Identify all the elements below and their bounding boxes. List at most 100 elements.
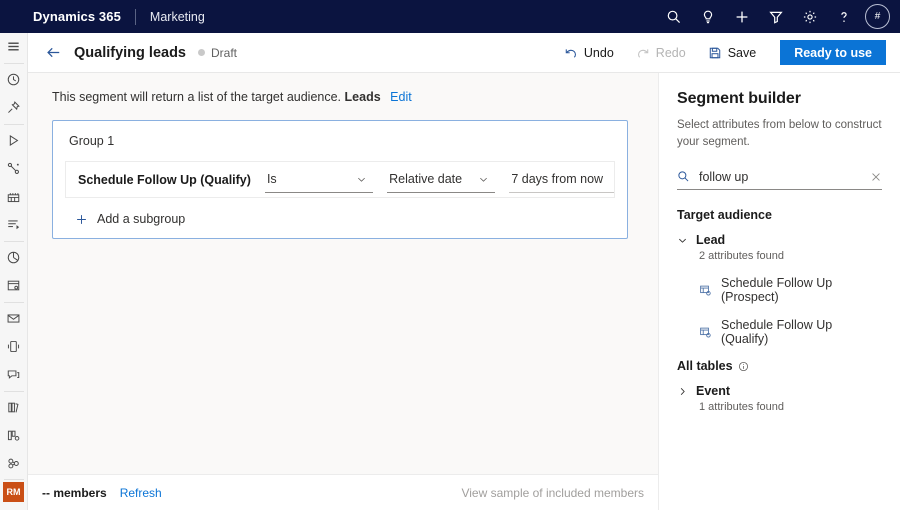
help-icon[interactable]	[827, 0, 861, 33]
gear-icon[interactable]	[793, 0, 827, 33]
attribute-item-schedule-follow-up-prospect[interactable]: Schedule Follow Up (Prospect)	[699, 276, 882, 304]
tree-node-lead-count: 2 attributes found	[699, 250, 882, 262]
save-button[interactable]: Save	[708, 46, 757, 60]
edit-link[interactable]: Edit	[390, 90, 412, 104]
lightbulb-icon[interactable]	[691, 0, 725, 33]
left-icon-rail: RM	[0, 33, 28, 510]
attribute-label: Schedule Follow Up (Qualify)	[721, 318, 882, 346]
recent-clock-icon[interactable]	[0, 66, 28, 94]
brand-divider	[135, 9, 136, 25]
plus-icon[interactable]	[725, 0, 759, 33]
page-title: Qualifying leads	[74, 45, 186, 61]
hamburger-menu-icon[interactable]	[0, 33, 28, 61]
pinned-pin-icon[interactable]	[0, 94, 28, 122]
search-icon	[677, 170, 690, 183]
value-type-value: Relative date	[387, 172, 462, 186]
templates-icon[interactable]	[0, 421, 28, 449]
app-window: Dynamics 365 Marketing	[0, 0, 900, 510]
back-arrow-icon[interactable]	[45, 44, 62, 61]
add-subgroup-button[interactable]: Add a subgroup	[75, 212, 185, 226]
tree-node-event[interactable]: Event	[677, 384, 882, 398]
panel-title: Segment builder	[677, 90, 882, 108]
panel-subtitle: Select attributes from below to construc…	[677, 117, 882, 150]
condition-row: Schedule Follow Up (Qualify) Is Relative…	[65, 161, 615, 198]
save-disk-icon	[708, 46, 722, 60]
undo-icon	[564, 46, 578, 60]
rail-divider	[4, 302, 24, 303]
customer-journey-icon[interactable]	[0, 155, 28, 183]
tree-node-event-label: Event	[696, 384, 730, 398]
undo-button[interactable]: Undo	[564, 46, 614, 60]
email-icon[interactable]	[0, 305, 28, 333]
ready-to-use-button[interactable]: Ready to use	[780, 40, 886, 65]
attribute-item-schedule-follow-up-qualify[interactable]: Schedule Follow Up (Qualify)	[699, 318, 882, 346]
status-label: Draft	[211, 46, 237, 60]
status-badge: Draft	[198, 46, 237, 60]
redo-icon	[636, 46, 650, 60]
top-navigation-actions: #	[657, 0, 900, 33]
attribute-table-icon	[699, 284, 712, 297]
undo-label: Undo	[584, 46, 614, 60]
intro-text: This segment will return a list of the t…	[52, 90, 341, 104]
attribute-label: Schedule Follow Up (Prospect)	[721, 276, 882, 304]
segment-builder-panel: Segment builder Select attributes from b…	[658, 73, 900, 510]
save-label: Save	[728, 46, 757, 60]
rail-divider	[4, 124, 24, 125]
command-bar: Qualifying leads Draft Undo	[28, 33, 900, 73]
play-journey-icon[interactable]	[0, 127, 28, 155]
member-count-label: -- members	[42, 486, 107, 500]
rail-divider	[4, 63, 24, 64]
tree-node-lead[interactable]: Lead	[677, 233, 882, 247]
brand-label: Dynamics 365	[33, 9, 121, 24]
chevron-right-icon	[677, 386, 688, 397]
command-bar-actions: Undo Redo Save Ready to	[542, 40, 900, 65]
refresh-link[interactable]: Refresh	[120, 486, 162, 500]
library-icon[interactable]	[0, 394, 28, 422]
operator-value: Is	[265, 172, 277, 186]
info-icon[interactable]	[738, 361, 749, 372]
attribute-search-box[interactable]: follow up	[677, 164, 882, 190]
events-icon[interactable]	[0, 183, 28, 211]
app-badge[interactable]: RM	[3, 482, 24, 502]
close-icon[interactable]	[870, 171, 882, 183]
avatar[interactable]: #	[865, 4, 890, 29]
intro-entity: Leads	[345, 90, 381, 104]
chevron-down-icon	[478, 174, 489, 185]
add-subgroup-label: Add a subgroup	[97, 212, 185, 226]
segment-description: This segment will return a list of the t…	[52, 90, 658, 104]
value-type-dropdown[interactable]: Relative date	[387, 167, 495, 193]
condition-value: 7 days from now	[509, 172, 603, 186]
segments-icon[interactable]	[0, 244, 28, 272]
leads-icon[interactable]	[0, 449, 28, 477]
search-icon[interactable]	[657, 0, 691, 33]
view-sample-link[interactable]: View sample of included members	[461, 486, 644, 500]
search-input[interactable]: follow up	[699, 170, 870, 184]
target-audience-heading: Target audience	[677, 208, 882, 222]
condition-attribute-label: Schedule Follow Up (Qualify)	[78, 173, 251, 187]
mobile-icon[interactable]	[0, 333, 28, 361]
chevron-down-icon	[677, 235, 688, 246]
all-tables-heading: All tables	[677, 359, 882, 373]
app-name-label: Marketing	[150, 10, 205, 24]
redo-button[interactable]: Redo	[636, 46, 686, 60]
social-posts-icon[interactable]	[0, 361, 28, 389]
segment-canvas: This segment will return a list of the t…	[28, 73, 658, 474]
condition-value-input[interactable]: 7 days from now	[509, 167, 614, 193]
operator-dropdown[interactable]: Is	[265, 167, 373, 193]
filter-icon[interactable]	[759, 0, 793, 33]
chevron-down-icon	[356, 174, 367, 185]
avatar-initial: #	[875, 11, 881, 22]
subscription-lists-icon[interactable]	[0, 272, 28, 300]
marketing-forms-icon[interactable]	[0, 211, 28, 239]
tree-node-lead-label: Lead	[696, 233, 725, 247]
all-tables-label: All tables	[677, 359, 733, 373]
condition-group: Group 1 Schedule Follow Up (Qualify) Is …	[52, 120, 628, 239]
tree-node-event-count: 1 attributes found	[699, 401, 882, 413]
rail-divider	[4, 391, 24, 392]
status-dot-icon	[198, 49, 205, 56]
rail-divider	[4, 241, 24, 242]
top-navigation-bar: Dynamics 365 Marketing	[0, 0, 900, 33]
plus-icon	[75, 213, 88, 226]
attribute-table-icon	[699, 326, 712, 339]
rail-divider	[4, 479, 24, 480]
